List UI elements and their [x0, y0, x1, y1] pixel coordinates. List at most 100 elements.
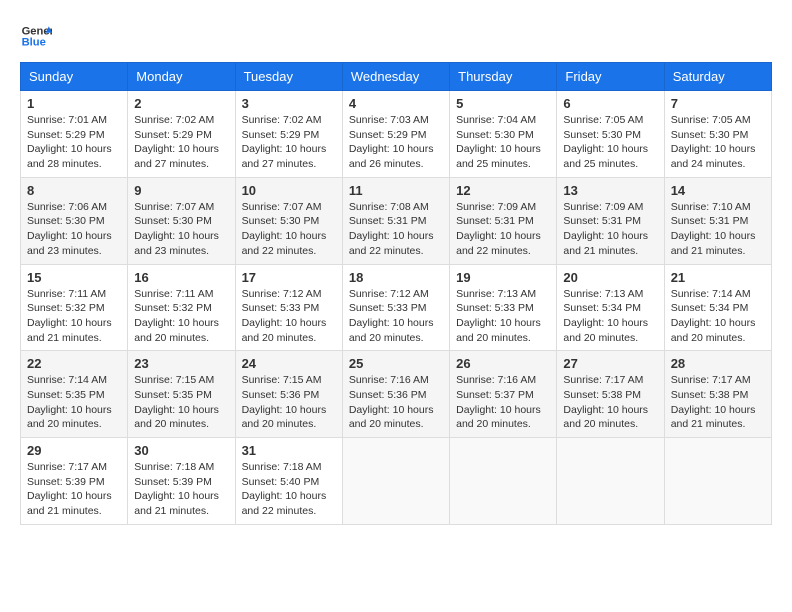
- cell-content: Sunrise: 7:08 AM Sunset: 5:31 PM Dayligh…: [349, 200, 443, 259]
- sunset-label: Sunset: 5:31 PM: [349, 215, 427, 227]
- daylight-label: Daylight: 10 hours and 20 minutes.: [242, 404, 327, 431]
- cell-content: Sunrise: 7:02 AM Sunset: 5:29 PM Dayligh…: [242, 113, 336, 172]
- day-number: 14: [671, 183, 765, 198]
- daylight-label: Daylight: 10 hours and 22 minutes.: [349, 230, 434, 257]
- calendar-cell: 24 Sunrise: 7:15 AM Sunset: 5:36 PM Dayl…: [235, 351, 342, 438]
- sunrise-label: Sunrise: 7:17 AM: [563, 374, 643, 386]
- sunset-label: Sunset: 5:37 PM: [456, 389, 534, 401]
- sunset-label: Sunset: 5:36 PM: [242, 389, 320, 401]
- calendar-cell: 1 Sunrise: 7:01 AM Sunset: 5:29 PM Dayli…: [21, 91, 128, 178]
- calendar-cell: 4 Sunrise: 7:03 AM Sunset: 5:29 PM Dayli…: [342, 91, 449, 178]
- calendar-cell: 10 Sunrise: 7:07 AM Sunset: 5:30 PM Dayl…: [235, 177, 342, 264]
- calendar-week-3: 15 Sunrise: 7:11 AM Sunset: 5:32 PM Dayl…: [21, 264, 772, 351]
- daylight-label: Daylight: 10 hours and 20 minutes.: [563, 404, 648, 431]
- calendar-table: Sunday Monday Tuesday Wednesday Thursday…: [20, 62, 772, 525]
- daylight-label: Daylight: 10 hours and 20 minutes.: [27, 404, 112, 431]
- cell-content: Sunrise: 7:05 AM Sunset: 5:30 PM Dayligh…: [563, 113, 657, 172]
- calendar-cell: 17 Sunrise: 7:12 AM Sunset: 5:33 PM Dayl…: [235, 264, 342, 351]
- cell-content: Sunrise: 7:04 AM Sunset: 5:30 PM Dayligh…: [456, 113, 550, 172]
- day-number: 2: [134, 96, 228, 111]
- sunset-label: Sunset: 5:33 PM: [349, 302, 427, 314]
- daylight-label: Daylight: 10 hours and 25 minutes.: [563, 143, 648, 170]
- day-number: 3: [242, 96, 336, 111]
- calendar-cell: 23 Sunrise: 7:15 AM Sunset: 5:35 PM Dayl…: [128, 351, 235, 438]
- calendar-cell: 27 Sunrise: 7:17 AM Sunset: 5:38 PM Dayl…: [557, 351, 664, 438]
- calendar-cell: 6 Sunrise: 7:05 AM Sunset: 5:30 PM Dayli…: [557, 91, 664, 178]
- sunset-label: Sunset: 5:31 PM: [671, 215, 749, 227]
- col-monday: Monday: [128, 63, 235, 91]
- cell-content: Sunrise: 7:15 AM Sunset: 5:36 PM Dayligh…: [242, 373, 336, 432]
- sunset-label: Sunset: 5:30 PM: [563, 129, 641, 141]
- sunset-label: Sunset: 5:32 PM: [27, 302, 105, 314]
- sunrise-label: Sunrise: 7:07 AM: [134, 201, 214, 213]
- day-number: 24: [242, 356, 336, 371]
- calendar-cell: [664, 438, 771, 525]
- day-number: 10: [242, 183, 336, 198]
- day-number: 26: [456, 356, 550, 371]
- sunrise-label: Sunrise: 7:12 AM: [349, 288, 429, 300]
- sunrise-label: Sunrise: 7:12 AM: [242, 288, 322, 300]
- day-number: 8: [27, 183, 121, 198]
- sunrise-label: Sunrise: 7:04 AM: [456, 114, 536, 126]
- svg-text:Blue: Blue: [22, 37, 46, 49]
- calendar-cell: 2 Sunrise: 7:02 AM Sunset: 5:29 PM Dayli…: [128, 91, 235, 178]
- sunrise-label: Sunrise: 7:16 AM: [456, 374, 536, 386]
- calendar-cell: 31 Sunrise: 7:18 AM Sunset: 5:40 PM Dayl…: [235, 438, 342, 525]
- daylight-label: Daylight: 10 hours and 21 minutes.: [671, 404, 756, 431]
- cell-content: Sunrise: 7:11 AM Sunset: 5:32 PM Dayligh…: [27, 287, 121, 346]
- cell-content: Sunrise: 7:07 AM Sunset: 5:30 PM Dayligh…: [134, 200, 228, 259]
- day-number: 25: [349, 356, 443, 371]
- cell-content: Sunrise: 7:15 AM Sunset: 5:35 PM Dayligh…: [134, 373, 228, 432]
- logo-icon: General Blue: [20, 20, 52, 52]
- sunrise-label: Sunrise: 7:15 AM: [134, 374, 214, 386]
- daylight-label: Daylight: 10 hours and 20 minutes.: [242, 317, 327, 344]
- sunset-label: Sunset: 5:30 PM: [242, 215, 320, 227]
- calendar-cell: [450, 438, 557, 525]
- cell-content: Sunrise: 7:11 AM Sunset: 5:32 PM Dayligh…: [134, 287, 228, 346]
- cell-content: Sunrise: 7:07 AM Sunset: 5:30 PM Dayligh…: [242, 200, 336, 259]
- calendar-cell: 26 Sunrise: 7:16 AM Sunset: 5:37 PM Dayl…: [450, 351, 557, 438]
- day-number: 16: [134, 270, 228, 285]
- sunset-label: Sunset: 5:32 PM: [134, 302, 212, 314]
- sunset-label: Sunset: 5:34 PM: [671, 302, 749, 314]
- sunset-label: Sunset: 5:38 PM: [671, 389, 749, 401]
- day-number: 27: [563, 356, 657, 371]
- calendar-cell: 7 Sunrise: 7:05 AM Sunset: 5:30 PM Dayli…: [664, 91, 771, 178]
- day-number: 30: [134, 443, 228, 458]
- day-number: 31: [242, 443, 336, 458]
- sunset-label: Sunset: 5:30 PM: [671, 129, 749, 141]
- col-thursday: Thursday: [450, 63, 557, 91]
- sunrise-label: Sunrise: 7:05 AM: [671, 114, 751, 126]
- daylight-label: Daylight: 10 hours and 20 minutes.: [563, 317, 648, 344]
- daylight-label: Daylight: 10 hours and 23 minutes.: [27, 230, 112, 257]
- sunrise-label: Sunrise: 7:18 AM: [134, 461, 214, 473]
- col-tuesday: Tuesday: [235, 63, 342, 91]
- cell-content: Sunrise: 7:16 AM Sunset: 5:37 PM Dayligh…: [456, 373, 550, 432]
- daylight-label: Daylight: 10 hours and 21 minutes.: [671, 230, 756, 257]
- cell-content: Sunrise: 7:12 AM Sunset: 5:33 PM Dayligh…: [242, 287, 336, 346]
- day-number: 29: [27, 443, 121, 458]
- daylight-label: Daylight: 10 hours and 26 minutes.: [349, 143, 434, 170]
- day-number: 9: [134, 183, 228, 198]
- page-header: General Blue: [20, 20, 772, 52]
- calendar-cell: 20 Sunrise: 7:13 AM Sunset: 5:34 PM Dayl…: [557, 264, 664, 351]
- sunset-label: Sunset: 5:40 PM: [242, 476, 320, 488]
- cell-content: Sunrise: 7:17 AM Sunset: 5:38 PM Dayligh…: [563, 373, 657, 432]
- sunrise-label: Sunrise: 7:15 AM: [242, 374, 322, 386]
- cell-content: Sunrise: 7:05 AM Sunset: 5:30 PM Dayligh…: [671, 113, 765, 172]
- sunrise-label: Sunrise: 7:09 AM: [456, 201, 536, 213]
- day-number: 12: [456, 183, 550, 198]
- sunset-label: Sunset: 5:39 PM: [27, 476, 105, 488]
- day-number: 6: [563, 96, 657, 111]
- daylight-label: Daylight: 10 hours and 21 minutes.: [27, 490, 112, 517]
- cell-content: Sunrise: 7:10 AM Sunset: 5:31 PM Dayligh…: [671, 200, 765, 259]
- daylight-label: Daylight: 10 hours and 27 minutes.: [134, 143, 219, 170]
- calendar-cell: 28 Sunrise: 7:17 AM Sunset: 5:38 PM Dayl…: [664, 351, 771, 438]
- sunrise-label: Sunrise: 7:16 AM: [349, 374, 429, 386]
- calendar-cell: 11 Sunrise: 7:08 AM Sunset: 5:31 PM Dayl…: [342, 177, 449, 264]
- sunset-label: Sunset: 5:33 PM: [242, 302, 320, 314]
- day-number: 20: [563, 270, 657, 285]
- calendar-week-2: 8 Sunrise: 7:06 AM Sunset: 5:30 PM Dayli…: [21, 177, 772, 264]
- daylight-label: Daylight: 10 hours and 22 minutes.: [242, 230, 327, 257]
- calendar-week-1: 1 Sunrise: 7:01 AM Sunset: 5:29 PM Dayli…: [21, 91, 772, 178]
